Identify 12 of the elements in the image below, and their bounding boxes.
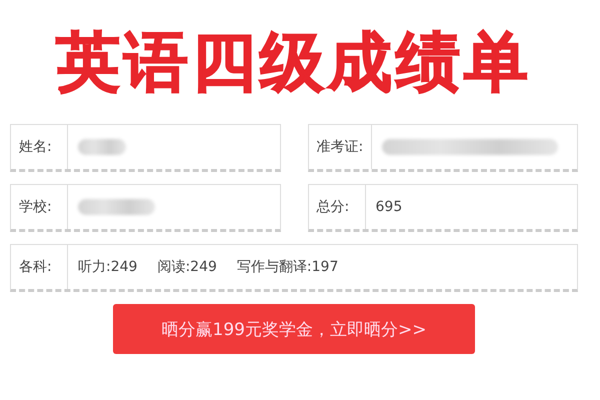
score-text: 阅读:249 — [157, 258, 217, 276]
field-label: 姓名: — [11, 125, 68, 169]
score-text: 写作与翻译:197 — [236, 258, 338, 276]
field-label: 各科: — [11, 245, 68, 289]
field-value: 695 — [376, 199, 402, 215]
field-label: 准考证: — [308, 125, 372, 169]
page-title: 英语四级成绩单 — [55, 28, 533, 98]
redacted-value — [78, 139, 126, 155]
field-label: 总分: — [308, 185, 366, 229]
score-text: 听力:249 — [78, 258, 138, 276]
share-button[interactable]: 晒分赢199元奖学金，立即晒分>> — [113, 304, 475, 354]
field-label: 学校: — [11, 185, 68, 229]
